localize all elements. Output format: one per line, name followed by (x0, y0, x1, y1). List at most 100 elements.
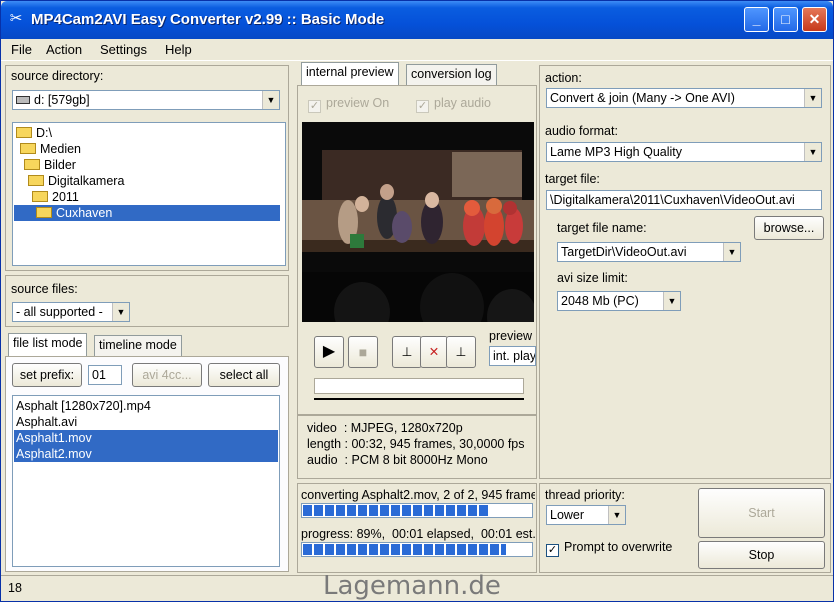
file-list-item[interactable]: Asphalt.avi (14, 414, 278, 430)
tab-internal-preview[interactable]: internal preview (301, 62, 399, 85)
check-icon: ✓ (416, 100, 429, 113)
length-info: length : 00:32, 945 frames, 30,0000 fps (307, 437, 525, 451)
file-list[interactable]: Asphalt [1280x720].mp4 Asphalt.avi Aspha… (12, 395, 280, 567)
tree-item-label: 2011 (52, 190, 79, 204)
chevron-down-icon[interactable]: ▼ (262, 91, 279, 109)
start-button[interactable]: Start (698, 488, 825, 538)
tab-conversion-log[interactable]: conversion log (406, 64, 497, 85)
action-value: Convert & join (Many -> One AVI) (550, 91, 735, 105)
prompt-overwrite-checkbox[interactable]: ✓ Prompt to overwrite (546, 540, 672, 557)
preview-mode-select[interactable]: int. play (489, 346, 536, 366)
seek-track (314, 398, 524, 400)
menu-file[interactable]: File (11, 42, 32, 57)
run-panel: thread priority: Lower ▼ ✓ Prompt to over… (539, 483, 831, 573)
prompt-overwrite-label: Prompt to overwrite (564, 540, 673, 554)
play-audio-label: play audio (434, 96, 491, 110)
select-all-button[interactable]: select all (208, 363, 280, 387)
drive-icon (16, 96, 30, 104)
folder-icon (20, 143, 36, 154)
tree-item-label: Cuxhaven (56, 206, 113, 220)
audio-info: audio : PCM 8 bit 8000Hz Mono (307, 453, 488, 467)
conversion-panel: converting Asphalt2.mov, 2 of 2, 945 fra… (297, 483, 537, 573)
tree-item-2011[interactable]: 2011 (32, 189, 79, 205)
mark-in-icon: ⊥ (401, 345, 413, 359)
drive-select[interactable]: d: [579gb] ▼ (12, 90, 280, 110)
audio-format-value: Lame MP3 High Quality (550, 145, 683, 159)
preview-mode-label: preview (489, 329, 533, 343)
stop-preview-button[interactable]: ■ (348, 336, 378, 368)
preview-on-checkbox[interactable]: ✓ preview On (308, 96, 389, 113)
tree-item-medien[interactable]: Medien (20, 141, 81, 157)
browse-button[interactable]: browse... (754, 216, 824, 240)
menu-settings[interactable]: Settings (100, 42, 147, 57)
directory-tree[interactable]: D:\ Medien Bilder Digitalkamera 2011 Cux… (12, 122, 286, 266)
file-progress-fill (303, 505, 490, 516)
prefix-input[interactable]: 01 (88, 365, 122, 385)
tree-item-digitalkamera[interactable]: Digitalkamera (28, 173, 124, 189)
target-file-label: target file: (545, 172, 600, 186)
chevron-down-icon[interactable]: ▼ (804, 89, 821, 107)
menu-help[interactable]: Help (165, 42, 192, 57)
window-title: MP4Cam2AVI Easy Converter v2.99 :: Basic… (31, 11, 385, 28)
stop-button[interactable]: Stop (698, 541, 825, 569)
target-file-input[interactable]: \Digitalkamera\2011\Cuxhaven\VideoOut.av… (546, 190, 822, 210)
title-bar[interactable]: ✂ MP4Cam2AVI Easy Converter v2.99 :: Bas… (1, 1, 833, 39)
play-icon: ▶ (322, 343, 336, 360)
folder-icon (16, 127, 32, 138)
thread-priority-select[interactable]: Lower ▼ (546, 505, 626, 525)
mark-out-button[interactable]: ⊥ (446, 336, 476, 368)
video-info: video : MJPEG, 1280x720p (307, 421, 463, 435)
tree-item-d[interactable]: D:\ (16, 125, 52, 141)
tree-item-bilder[interactable]: Bilder (24, 157, 76, 173)
file-list-item[interactable]: Asphalt1.mov (14, 430, 278, 446)
preview-on-label: preview On (326, 96, 390, 110)
chevron-down-icon[interactable]: ▼ (112, 303, 129, 321)
action-label: action: (545, 71, 582, 85)
video-preview (302, 122, 534, 322)
tree-item-label: Digitalkamera (48, 174, 125, 188)
chevron-down-icon[interactable]: ▼ (804, 143, 821, 161)
settings-panel: action: Convert & join (Many -> One AVI)… (539, 65, 831, 479)
file-filter-select[interactable]: - all supported - ▼ (12, 302, 130, 322)
tree-item-label: Medien (40, 142, 81, 156)
seek-slider[interactable] (314, 378, 524, 394)
chevron-down-icon[interactable]: ▼ (608, 506, 625, 524)
preview-panel: ✓ preview On ✓ play audio ▶ ■ ⊥ ✕ ⊥ prev… (297, 85, 537, 415)
file-list-item[interactable]: Asphalt [1280x720].mp4 (14, 398, 278, 414)
size-limit-label: avi size limit: (557, 271, 628, 285)
total-progress-fill (303, 544, 506, 555)
source-directory-label: source directory: (11, 69, 104, 83)
play-audio-checkbox[interactable]: ✓ play audio (416, 96, 491, 113)
action-select[interactable]: Convert & join (Many -> One AVI) ▼ (546, 88, 822, 108)
size-limit-select[interactable]: 2048 Mb (PC) ▼ (557, 291, 681, 311)
drive-value: d: [579gb] (34, 93, 90, 107)
clear-icon: ✕ (428, 345, 440, 359)
play-button[interactable]: ▶ (314, 336, 344, 368)
thread-priority-value: Lower (550, 508, 585, 522)
tree-item-cuxhaven[interactable]: Cuxhaven (14, 205, 280, 221)
tab-file-list-mode[interactable]: file list mode (8, 333, 88, 356)
avi-4cc-button[interactable]: avi 4cc... (132, 363, 202, 387)
minimize-button[interactable]: _ (744, 7, 769, 32)
target-name-select[interactable]: TargetDir\VideoOut.avi ▼ (557, 242, 741, 262)
maximize-button[interactable]: □ (773, 7, 798, 32)
file-list-item[interactable]: Asphalt2.mov (14, 446, 278, 462)
check-icon: ✓ (308, 100, 321, 113)
file-list-panel: set prefix: 01 avi 4cc... select all Asp… (5, 356, 289, 572)
chevron-down-icon[interactable]: ▼ (663, 292, 680, 310)
chevron-down-icon[interactable]: ▼ (723, 243, 740, 261)
thread-priority-label: thread priority: (545, 488, 625, 502)
audio-format-select[interactable]: Lame MP3 High Quality ▼ (546, 142, 822, 162)
conversion-status: converting Asphalt2.mov, 2 of 2, 945 fra… (301, 488, 535, 502)
tab-timeline-mode[interactable]: timeline mode (94, 335, 182, 356)
menu-action[interactable]: Action (46, 42, 82, 57)
set-prefix-button[interactable]: set prefix: (12, 363, 82, 387)
check-icon: ✓ (546, 544, 559, 557)
audio-format-label: audio format: (545, 124, 618, 138)
tree-item-label: D:\ (36, 126, 52, 140)
close-button[interactable]: ✕ (802, 7, 827, 32)
media-info-panel: video : MJPEG, 1280x720p length : 00:32,… (297, 415, 537, 479)
mark-in-button[interactable]: ⊥ (392, 336, 422, 368)
clear-marks-button[interactable]: ✕ (420, 336, 448, 368)
file-filter-value: - all supported - (16, 305, 103, 319)
